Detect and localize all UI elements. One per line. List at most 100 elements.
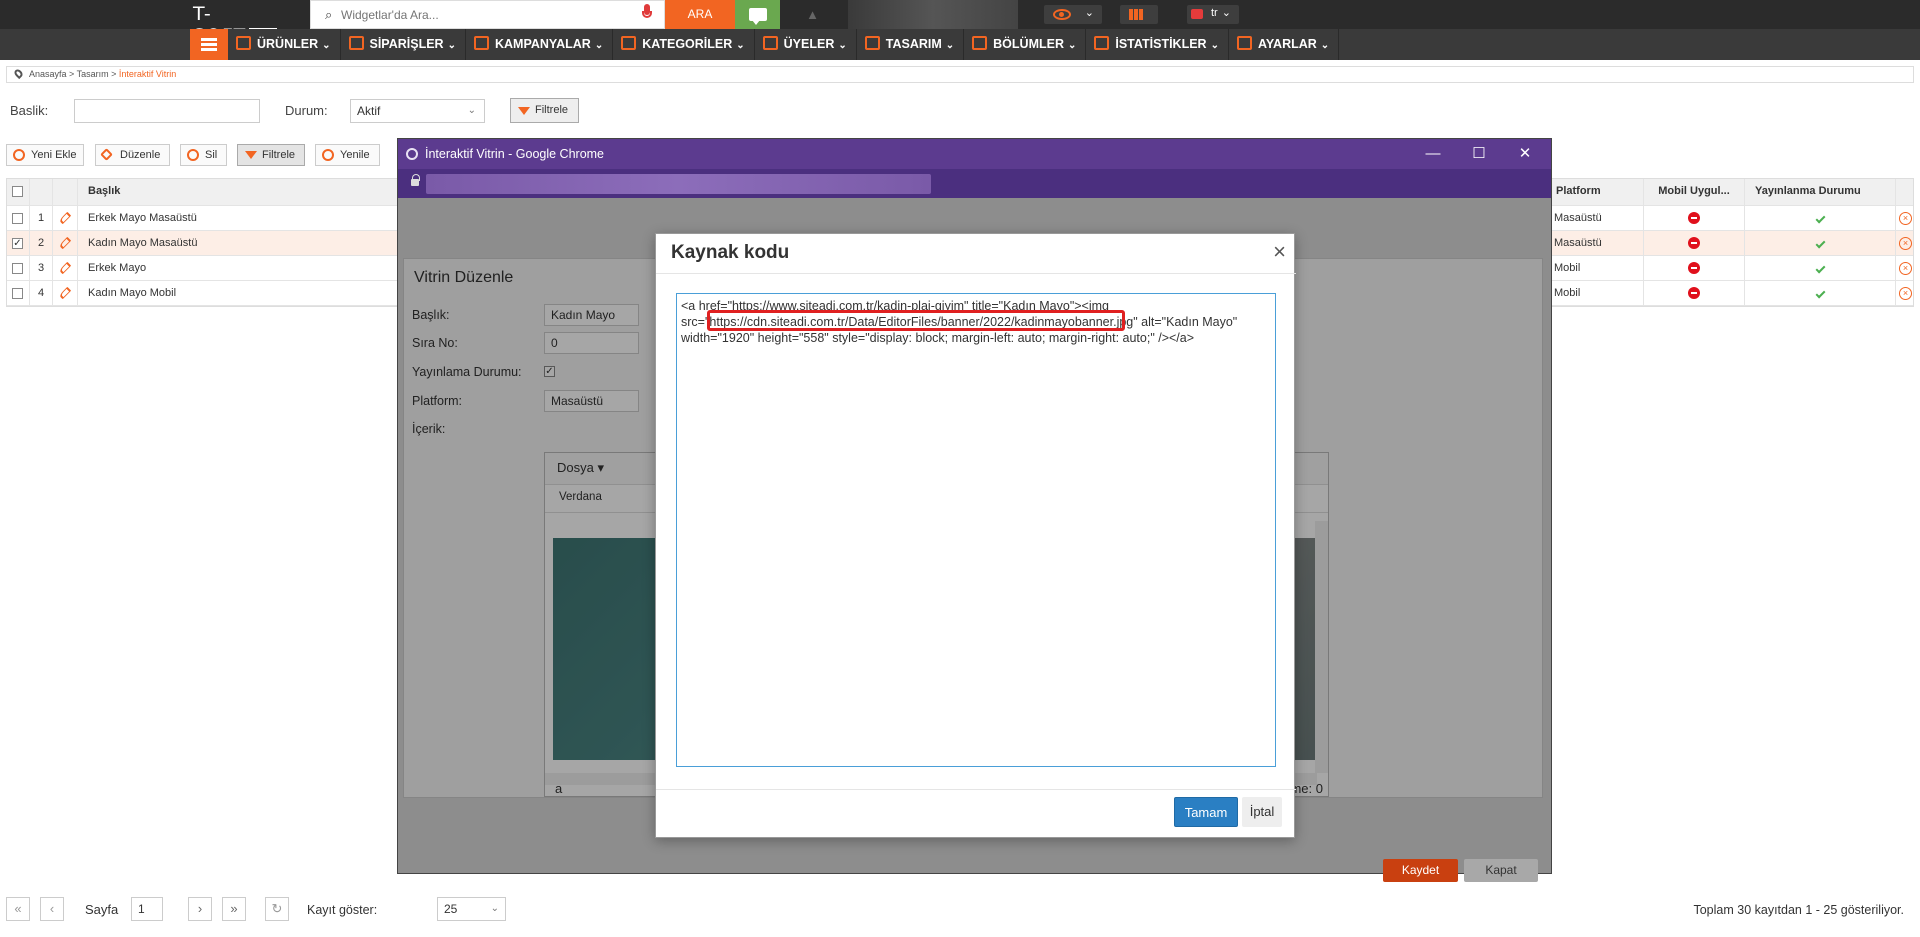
next-page-button[interactable]: › (188, 897, 212, 921)
row-checkbox[interactable]: ✓ (12, 238, 23, 249)
menu-kampanyalar[interactable]: KAMPANYALAR ⌄ (466, 29, 614, 60)
row-delete-button[interactable]: × (1896, 281, 1915, 305)
row-delete-button[interactable]: × (1896, 206, 1915, 230)
search-icon: ⌕ (325, 7, 333, 22)
menu-uyeler[interactable]: ÜYELER ⌄ (755, 29, 857, 60)
warning-icon[interactable]: ▲ (790, 0, 835, 29)
close-button[interactable]: Kapat (1464, 859, 1538, 882)
menu-label: ÜYELER (783, 37, 835, 51)
source-code-textarea[interactable]: <a href="https://www.siteadi.com.tr/kadi… (676, 293, 1276, 767)
first-page-button[interactable]: « (6, 897, 30, 921)
tsoft-logo[interactable]: T-SOFTV4 (193, 3, 288, 47)
toolbar-filter-label: Filtrele (262, 149, 296, 161)
flag-icon (1191, 9, 1203, 19)
chevron-down-icon: ⌄ (467, 105, 476, 116)
refresh-label: Yenile (340, 149, 370, 161)
dialog-header: Kaynak kodu × (656, 234, 1296, 274)
cancel-button[interactable]: İptal (1242, 797, 1282, 827)
row-title: Erkek Mayo (78, 256, 408, 280)
pencil-icon (58, 261, 72, 275)
row-delete-button[interactable]: × (1896, 231, 1915, 255)
breadcrumb-home[interactable]: Anasayfa (29, 69, 67, 79)
not-allowed-icon (1688, 237, 1700, 250)
row-delete-button[interactable]: × (1896, 256, 1915, 280)
refresh-page-icon[interactable]: ↻ (265, 897, 289, 921)
row-edit-button[interactable] (53, 281, 78, 305)
edit-label: Düzenle (120, 149, 161, 161)
check-icon (1815, 213, 1825, 224)
menu-istatistikler[interactable]: İSTATİSTİKLER ⌄ (1086, 29, 1229, 60)
menu-bolumler[interactable]: BÖLÜMLER ⌄ (964, 29, 1087, 60)
column-header-platform[interactable]: Platform (1549, 179, 1644, 205)
preview-dropdown[interactable]: ⌄ (1044, 5, 1102, 24)
toolbar-filter-button[interactable]: Filtrele (237, 144, 305, 166)
column-header-mobile-app[interactable]: Mobil Uygul... (1644, 179, 1745, 205)
baslik-filter-input[interactable] (74, 99, 260, 123)
menu-label: KATEGORİLER (642, 37, 733, 51)
pencil-icon (58, 286, 72, 300)
row-edit-button[interactable] (53, 256, 78, 280)
maximize-button[interactable]: ☐ (1456, 139, 1502, 169)
edit-button[interactable]: Düzenle (95, 144, 170, 166)
chevron-down-icon: ⌄ (447, 40, 456, 51)
row-publish-status (1745, 281, 1896, 305)
prev-page-button[interactable]: ‹ (40, 897, 64, 921)
page-input[interactable]: 1 (131, 897, 163, 921)
menu-label: SİPARİŞLER (369, 37, 444, 51)
window-close-button[interactable]: ✕ (1502, 139, 1548, 169)
microphone-icon[interactable] (642, 4, 652, 22)
chart-icon (1094, 36, 1110, 50)
check-icon (1815, 238, 1825, 249)
hamburger-menu-button[interactable] (190, 29, 228, 60)
breadcrumb-tasarim[interactable]: Tasarım (77, 69, 109, 79)
page-size-select[interactable]: 25 ⌄ (437, 897, 506, 921)
tag-icon (473, 36, 489, 50)
save-button[interactable]: Kaydet (1383, 859, 1458, 882)
select-all-checkbox[interactable] (12, 186, 23, 197)
row-number: 3 (30, 256, 53, 280)
row-number-header (30, 179, 53, 205)
chevron-down-icon: ⌄ (490, 903, 499, 914)
row-checkbox[interactable] (12, 263, 23, 274)
menu-tasarim[interactable]: TASARIM ⌄ (857, 29, 965, 60)
language-dropdown[interactable]: tr ⌄ (1187, 5, 1239, 24)
column-header-publish-status[interactable]: Yayınlanma Durumu (1745, 179, 1896, 205)
not-allowed-icon (1688, 262, 1700, 275)
row-edit-button[interactable] (53, 231, 78, 255)
chat-icon[interactable] (735, 0, 780, 29)
ok-button[interactable]: Tamam (1174, 797, 1238, 827)
last-page-button[interactable]: » (222, 897, 246, 921)
delete-button[interactable]: Sil (180, 144, 227, 166)
row-edit-button[interactable] (53, 206, 78, 230)
dialog-title: Kaynak kodu (671, 242, 790, 263)
dialog-close-icon[interactable]: × (1273, 240, 1286, 264)
row-checkbox[interactable] (12, 288, 23, 299)
row-publish-status (1745, 256, 1896, 280)
chevron-down-icon: ⌄ (1320, 40, 1330, 51)
x-circle-icon (187, 149, 199, 161)
menu-label: KAMPANYALAR (494, 37, 591, 51)
paint-brush-icon (864, 36, 880, 50)
search-button[interactable]: ARA (665, 0, 735, 29)
url-blurred[interactable] (426, 174, 931, 194)
address-bar (398, 169, 1551, 198)
menu-label: ÜRÜNLER (257, 37, 319, 51)
apps-button[interactable] (1120, 5, 1158, 24)
minimize-button[interactable]: — (1410, 139, 1456, 169)
filter-button[interactable]: Filtrele (510, 98, 579, 123)
row-checkbox[interactable] (12, 213, 23, 224)
shirt-icon (236, 36, 251, 50)
row-platform: Mobil (1549, 281, 1644, 305)
baslik-filter-label: Baslik: (10, 103, 49, 118)
menu-siparisler[interactable]: SİPARİŞLER ⌄ (341, 29, 466, 60)
chevron-down-icon: ⌄ (322, 40, 331, 51)
menu-kategoriler[interactable]: KATEGORİLER ⌄ (613, 29, 755, 60)
add-new-button[interactable]: Yeni Ekle (6, 144, 84, 166)
search-input[interactable] (341, 6, 631, 24)
refresh-button[interactable]: Yenile (315, 144, 380, 166)
durum-filter-select[interactable]: Aktif ⌄ (350, 99, 485, 123)
menu-urunler[interactable]: ÜRÜNLER ⌄ (228, 29, 341, 60)
chevron-down-icon: ⌄ (1084, 7, 1094, 19)
row-publish-status (1745, 206, 1896, 230)
menu-ayarlar[interactable]: AYARLAR ⌄ (1229, 29, 1340, 60)
